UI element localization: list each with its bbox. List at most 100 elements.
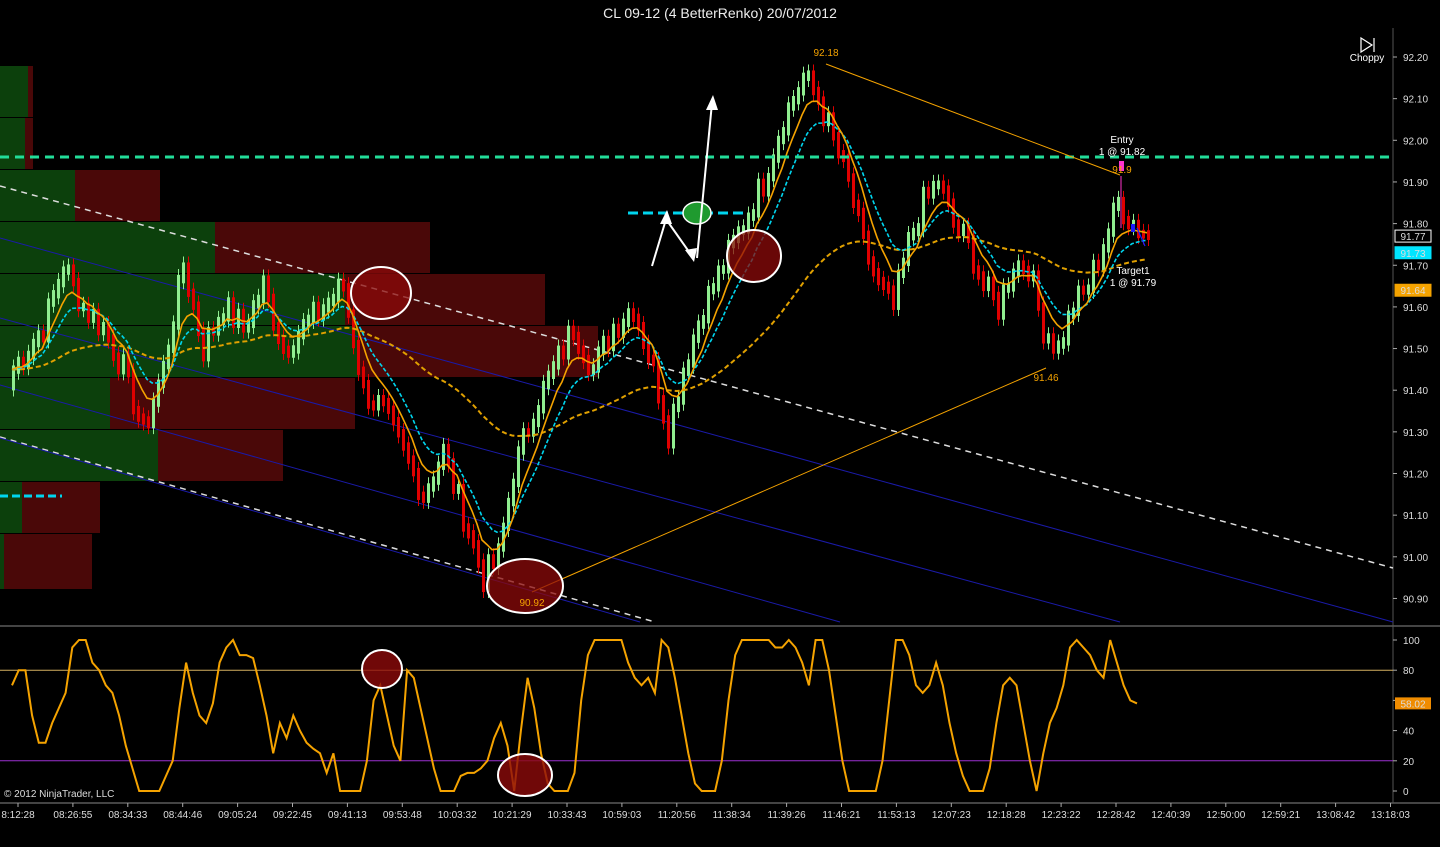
renko-bar [812, 70, 815, 96]
renko-bar [927, 186, 930, 199]
volume-profile-bar-green [0, 274, 345, 325]
target-detail: 1 @ 91.79 [1110, 278, 1157, 289]
time-tick-label: 08:44:46 [163, 810, 202, 821]
renko-bar [257, 294, 260, 309]
renko-bar [827, 112, 830, 127]
renko-bar [142, 413, 145, 425]
renko-bar [477, 540, 480, 568]
breakout-green-marker [682, 201, 712, 225]
volume-profile-bar-green [0, 430, 158, 481]
osc-tick-label: 40 [1403, 727, 1415, 738]
renko-bar [122, 354, 125, 375]
renko-bar [407, 442, 410, 464]
renko-bar [417, 467, 420, 500]
renko-bar [382, 394, 385, 407]
time-tick-label: 08:34:33 [108, 810, 147, 821]
renko-bar [292, 345, 295, 358]
renko-bar [862, 207, 865, 239]
renko-bar [342, 278, 345, 292]
time-tick-label: 09:41:13 [328, 810, 367, 821]
renko-bar [277, 322, 280, 344]
renko-bar [87, 302, 90, 323]
renko-bar [467, 523, 470, 539]
renko-bar [392, 405, 395, 426]
renko-bar [52, 290, 55, 307]
renko-bar [1062, 337, 1065, 349]
time-tick-label: 11:38:34 [713, 810, 752, 821]
renko-bar [152, 398, 155, 429]
price-tag-label: 91.73 [1400, 249, 1425, 260]
renko-bar [627, 308, 630, 327]
entry-price-label: 91.9 [1112, 165, 1132, 176]
renko-bar [797, 87, 800, 105]
renko-bar [427, 483, 430, 503]
renko-bar [137, 405, 140, 422]
renko-bar [287, 345, 290, 358]
time-tick-label: 11:39:26 [768, 810, 807, 821]
time-tick-label: 10:03:32 [438, 810, 477, 821]
osc-tick-label: 80 [1403, 666, 1415, 677]
renko-bar [632, 308, 635, 322]
time-tick-label: 10:33:43 [548, 810, 587, 821]
renko-bar [572, 325, 575, 341]
time-tick-label: 10:59:03 [602, 810, 641, 821]
renko-bar [557, 345, 560, 370]
renko-bar [327, 297, 330, 313]
renko-bar [587, 354, 590, 376]
copyright-notice: © 2012 NinjaTrader, LLC [4, 789, 115, 800]
osc-tick-label: 100 [1403, 636, 1420, 647]
renko-bar [1002, 284, 1005, 320]
renko-bar [267, 275, 270, 303]
renko-bar [522, 428, 525, 455]
renko-bar [1087, 284, 1090, 295]
volume-profile-bar-green [0, 534, 4, 589]
renko-bar [1102, 244, 1105, 271]
renko-bar [482, 559, 485, 593]
volume-profile-bar-red [158, 430, 283, 481]
renko-bar [17, 356, 20, 374]
renko-bar [1027, 265, 1030, 282]
swing-low-label: 90.92 [519, 598, 544, 609]
renko-bar [882, 276, 885, 291]
renko-bar [177, 274, 180, 330]
renko-bar [912, 227, 915, 241]
renko-bar [542, 380, 545, 414]
renko-bar [887, 281, 890, 294]
renko-bar [697, 320, 700, 343]
renko-bar [802, 72, 805, 96]
renko-bar [937, 180, 940, 190]
time-tick-label: 12:07:23 [932, 810, 971, 821]
time-tick-label: 12:59:21 [1261, 810, 1300, 821]
renko-bar [547, 370, 550, 390]
time-tick-label: 11:46:21 [822, 810, 861, 821]
volume-profile-bar-red [25, 118, 33, 169]
price-tick-label: 91.80 [1403, 220, 1428, 231]
renko-bar [722, 265, 725, 274]
renko-bar [757, 178, 760, 218]
renko-bar [787, 102, 790, 136]
renko-bar [932, 180, 935, 199]
volume-profile-bar-red [215, 222, 430, 273]
time-tick-label: 11:53:13 [877, 810, 916, 821]
renko-bar [537, 405, 540, 428]
target-marker [1131, 224, 1135, 232]
renko-bar [202, 327, 205, 362]
target-title: Target1 [1116, 266, 1150, 277]
renko-bar [997, 291, 1000, 320]
renko-bar [662, 395, 665, 424]
volume-profile-bar-red [28, 66, 33, 117]
highlight-circle [350, 266, 412, 320]
renko-bar [67, 264, 70, 275]
entry-title: Entry [1110, 135, 1133, 146]
chart-canvas[interactable]: 92.2092.1092.0091.9091.8091.7091.6091.50… [0, 0, 1440, 847]
choppy-button[interactable]: Choppy [1346, 36, 1388, 66]
osc-highlight-circle [497, 753, 553, 797]
price-tag-label: 91.64 [1400, 286, 1425, 297]
renko-bar [437, 461, 440, 485]
time-tick-label: 12:50:00 [1206, 810, 1245, 821]
renko-bar [1147, 230, 1150, 241]
choppy-label: Choppy [1349, 53, 1385, 64]
time-tick-label: 12:23:22 [1042, 810, 1081, 821]
renko-bar [372, 400, 375, 411]
renko-bar [102, 322, 105, 336]
